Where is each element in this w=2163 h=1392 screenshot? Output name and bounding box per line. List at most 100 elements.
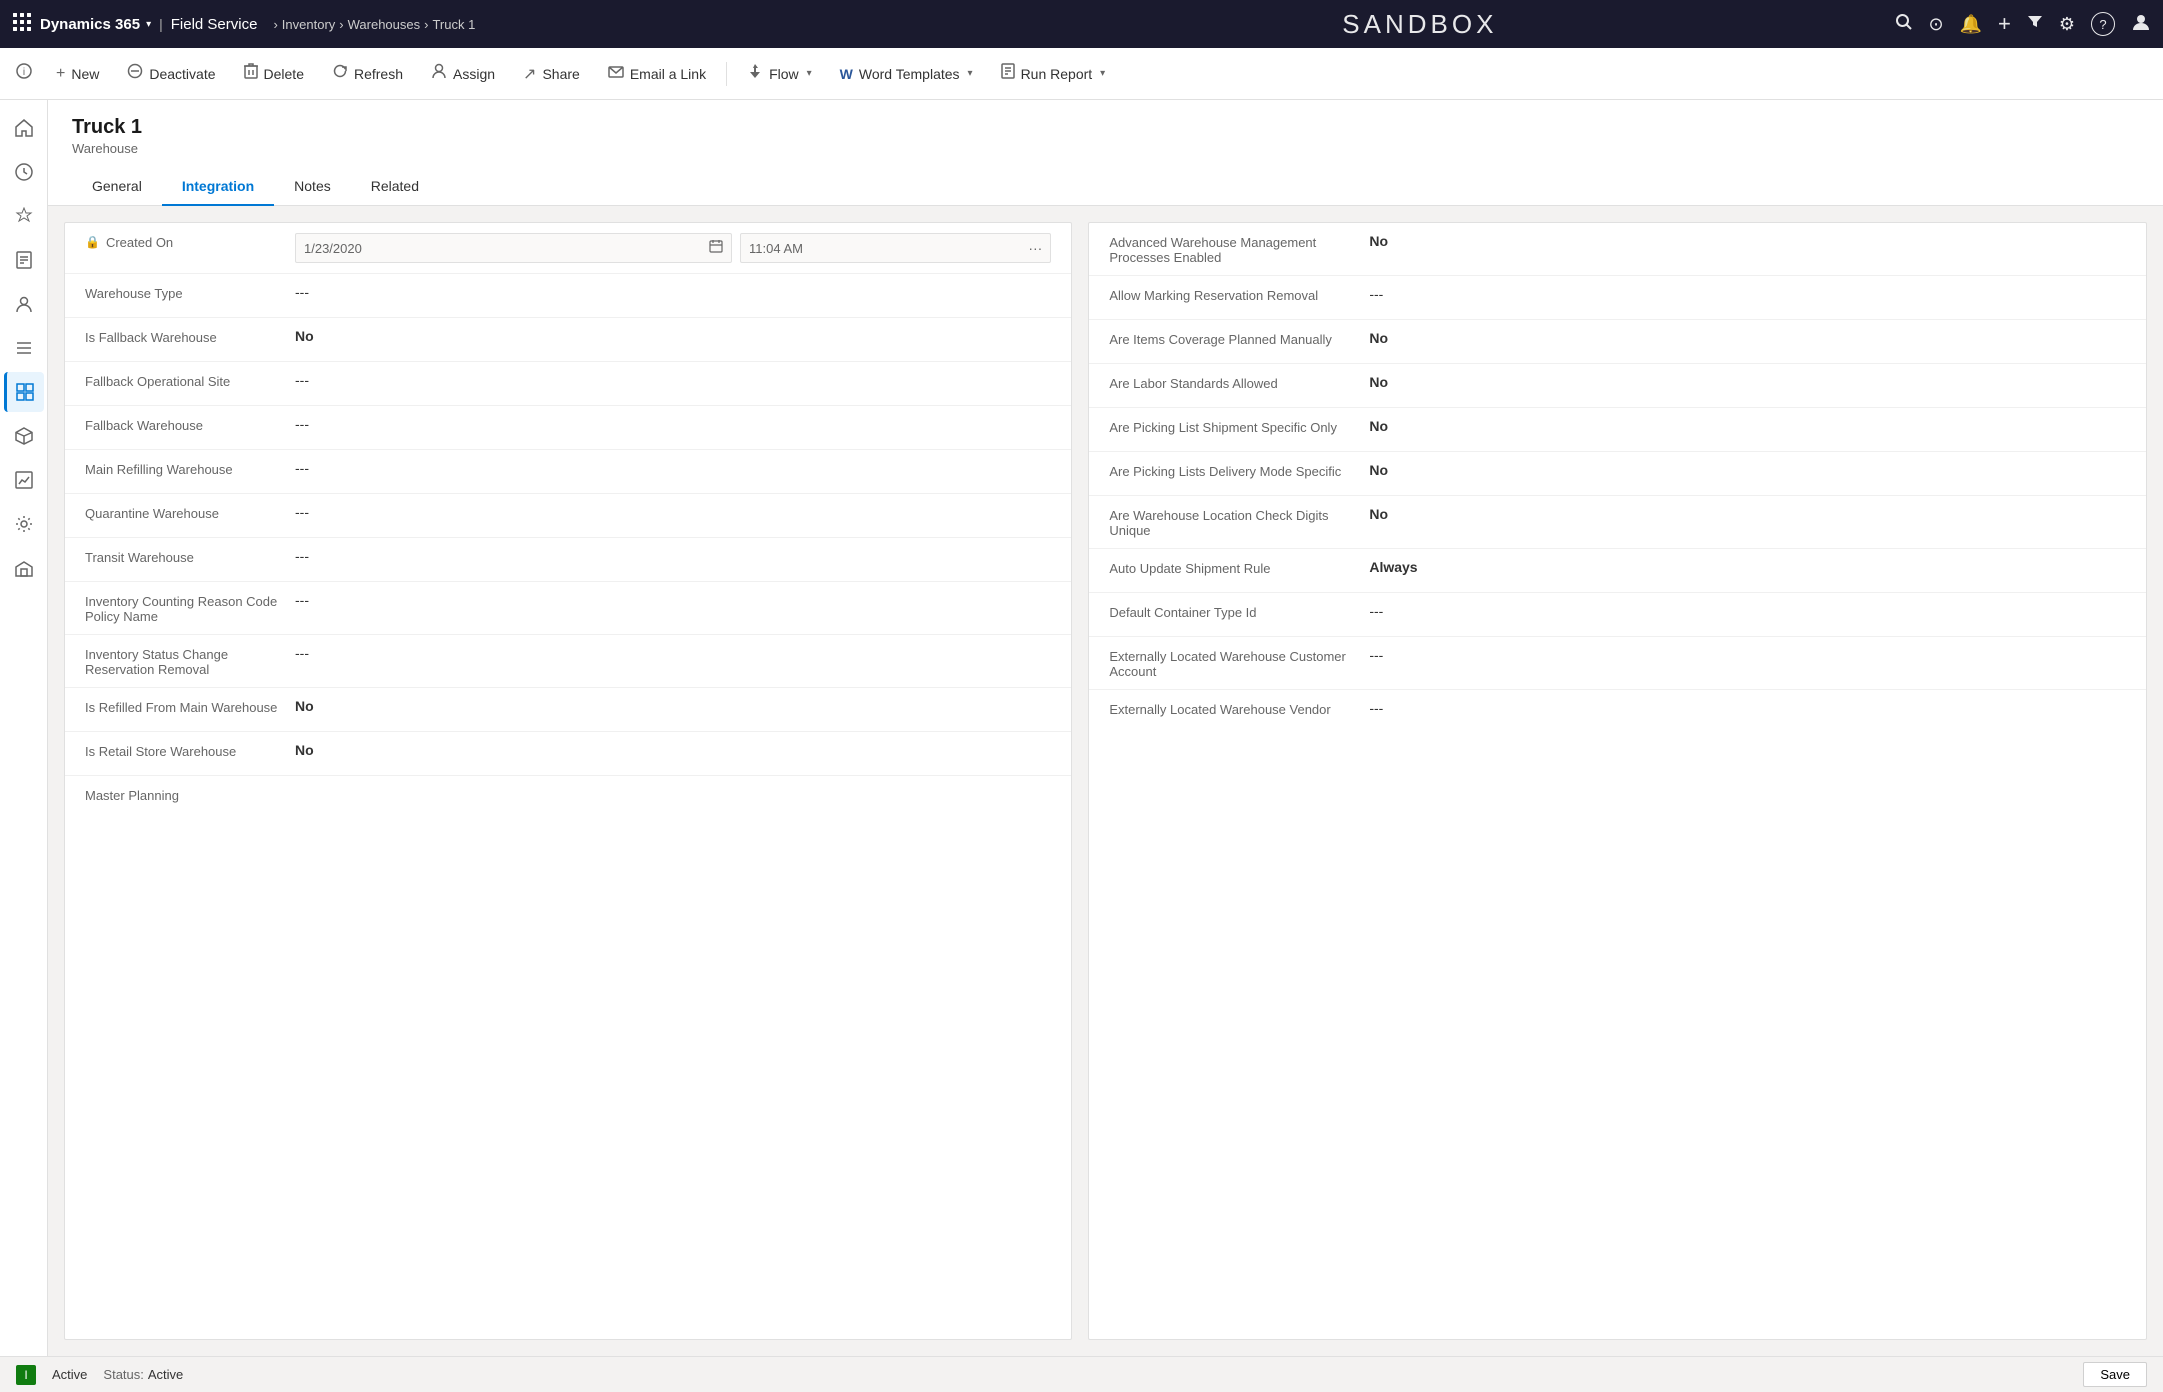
delete-button[interactable]: Delete	[232, 57, 316, 90]
allow-marking-value: ---	[1369, 286, 2126, 302]
user-icon[interactable]	[2131, 12, 2151, 37]
nav-brand[interactable]: Dynamics 365 ▾	[40, 16, 151, 33]
tab-related[interactable]: Related	[351, 168, 439, 206]
field-row-is-retail: Is Retail Store Warehouse No	[65, 732, 1071, 776]
refresh-icon	[332, 63, 348, 84]
plus-icon[interactable]: +	[1998, 11, 2011, 37]
nav-module[interactable]: Field Service	[171, 16, 258, 33]
field-row-allow-marking: Allow Marking Reservation Removal ---	[1089, 276, 2146, 320]
auto-update-label: Auto Update Shipment Rule	[1109, 559, 1369, 576]
refresh-button[interactable]: Refresh	[320, 57, 415, 90]
field-row-transit: Transit Warehouse ---	[65, 538, 1071, 582]
field-row-fallback-op-site: Fallback Operational Site ---	[65, 362, 1071, 406]
calendar-icon[interactable]	[709, 239, 723, 258]
sidebar-item-cube[interactable]	[4, 416, 44, 456]
fallback-warehouse-label: Fallback Warehouse	[85, 416, 295, 433]
main-refilling-value: ---	[295, 460, 1051, 476]
field-row-fallback-warehouse: Fallback Warehouse ---	[65, 406, 1071, 450]
status-label: Status:	[103, 1367, 143, 1382]
email-button[interactable]: Email a Link	[596, 59, 718, 89]
tab-general[interactable]: General	[72, 168, 162, 206]
date-field-container: 1/23/2020	[295, 233, 1051, 263]
sidebar-item-settings[interactable]	[4, 504, 44, 544]
left-form-section: 🔒 Created On 1/23/2020	[64, 222, 1072, 1340]
breadcrumb: › Inventory › Warehouses › Truck 1	[265, 17, 475, 32]
field-row-created-on: 🔒 Created On 1/23/2020	[65, 223, 1071, 274]
sidebar-item-home[interactable]	[4, 108, 44, 148]
field-row-picking-lists-delivery: Are Picking Lists Delivery Mode Specific…	[1089, 452, 2146, 496]
settings-icon[interactable]: ⚙	[2059, 14, 2075, 35]
word-chevron: ▾	[968, 68, 973, 79]
date-input[interactable]: 1/23/2020	[295, 233, 732, 263]
new-label: New	[71, 66, 99, 82]
assign-label: Assign	[453, 66, 495, 82]
transit-value: ---	[295, 548, 1051, 564]
breadcrumb-sep3: ›	[424, 17, 428, 32]
record-subtitle: Warehouse	[72, 141, 2139, 156]
run-report-button[interactable]: Run Report ▾	[989, 57, 1118, 90]
fallback-op-site-label: Fallback Operational Site	[85, 372, 295, 389]
help-icon[interactable]: ?	[2091, 12, 2115, 36]
is-fallback-label: Is Fallback Warehouse	[85, 328, 295, 345]
warehouse-location-value: No	[1369, 506, 2126, 522]
status-left: I Active Status: Active	[16, 1365, 183, 1385]
picking-list-shipment-label: Are Picking List Shipment Specific Only	[1109, 418, 1369, 435]
default-container-label: Default Container Type Id	[1109, 603, 1369, 620]
default-container-value: ---	[1369, 603, 2126, 619]
tab-notes[interactable]: Notes	[274, 168, 351, 206]
word-templates-button[interactable]: W Word Templates ▾	[828, 60, 985, 88]
flow-button[interactable]: Flow ▾	[735, 57, 824, 90]
bell-icon[interactable]: 🔔	[1960, 14, 1982, 35]
brand-chevron: ▾	[146, 19, 151, 30]
brand-name: Dynamics 365	[40, 16, 140, 33]
search-icon[interactable]	[1895, 13, 1913, 36]
time-input[interactable]: 11:04 AM ···	[740, 233, 1051, 263]
field-row-labor-standards: Are Labor Standards Allowed No	[1089, 364, 2146, 408]
field-row-warehouse-location: Are Warehouse Location Check Digits Uniq…	[1089, 496, 2146, 549]
new-button[interactable]: + New	[44, 59, 111, 89]
fallback-warehouse-value: ---	[295, 416, 1051, 432]
report-chevron: ▾	[1100, 68, 1105, 79]
side-navigation	[0, 100, 48, 1356]
sidebar-item-pinned[interactable]	[4, 196, 44, 236]
nav-separator: |	[159, 16, 163, 32]
breadcrumb-warehouses[interactable]: Warehouses	[348, 17, 421, 32]
field-row-default-container: Default Container Type Id ---	[1089, 593, 2146, 637]
filter-icon[interactable]	[2027, 14, 2043, 35]
breadcrumb-inventory[interactable]: Inventory	[282, 17, 335, 32]
save-button[interactable]: Save	[2083, 1362, 2147, 1387]
assign-button[interactable]: Assign	[419, 57, 507, 90]
target-icon[interactable]: ⊙	[1929, 14, 1944, 35]
field-row-quarantine: Quarantine Warehouse ---	[65, 494, 1071, 538]
share-button[interactable]: ↗ Share	[511, 58, 592, 90]
refresh-label: Refresh	[354, 66, 403, 82]
sidebar-item-contacts[interactable]	[4, 284, 44, 324]
sidebar-item-warehouse[interactable]	[4, 548, 44, 588]
breadcrumb-truck1[interactable]: Truck 1	[432, 17, 475, 32]
field-row-externally-customer: Externally Located Warehouse Customer Ac…	[1089, 637, 2146, 690]
more-icon[interactable]: ···	[1028, 240, 1042, 256]
new-icon: +	[56, 65, 65, 83]
sidebar-item-list[interactable]	[4, 328, 44, 368]
externally-vendor-label: Externally Located Warehouse Vendor	[1109, 700, 1369, 717]
items-coverage-label: Are Items Coverage Planned Manually	[1109, 330, 1369, 347]
labor-standards-value: No	[1369, 374, 2126, 390]
delete-icon	[244, 63, 258, 84]
sidebar-item-recent[interactable]	[4, 152, 44, 192]
record-tabs: General Integration Notes Related	[72, 168, 2139, 205]
lock-icon: 🔒	[85, 235, 100, 249]
field-row-auto-update: Auto Update Shipment Rule Always	[1089, 549, 2146, 593]
sidebar-item-grid[interactable]	[4, 372, 44, 412]
sidebar-item-notes[interactable]	[4, 240, 44, 280]
field-row-items-coverage: Are Items Coverage Planned Manually No	[1089, 320, 2146, 364]
email-label: Email a Link	[630, 66, 706, 82]
breadcrumb-separator: ›	[273, 17, 277, 32]
tab-integration[interactable]: Integration	[162, 168, 274, 206]
sidebar-item-reports[interactable]	[4, 460, 44, 500]
email-icon	[608, 65, 624, 83]
app-grid-icon[interactable]: ​	[12, 12, 32, 37]
flow-chevron: ▾	[807, 68, 812, 79]
externally-vendor-value: ---	[1369, 700, 2126, 716]
deactivate-button[interactable]: Deactivate	[115, 57, 227, 90]
right-form-section: Advanced Warehouse Management Processes …	[1088, 222, 2147, 1340]
